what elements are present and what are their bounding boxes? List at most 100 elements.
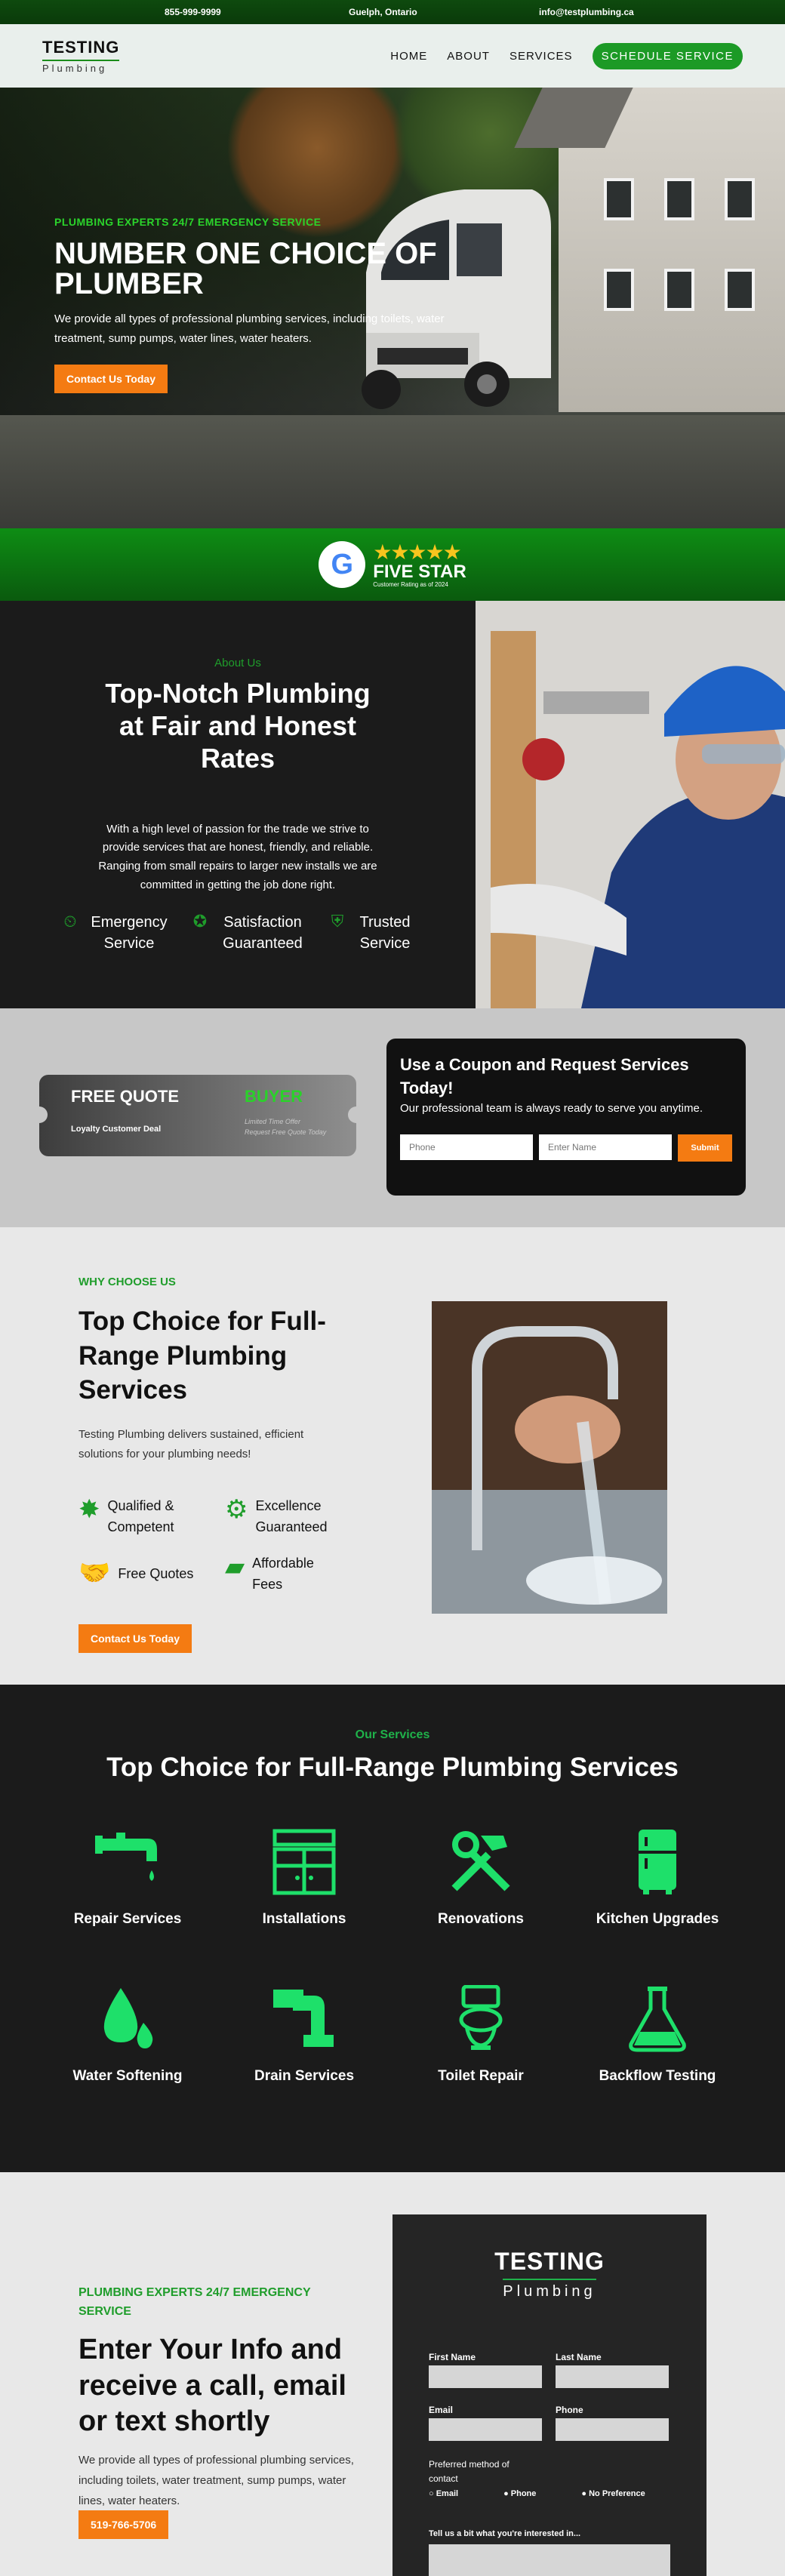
hero-contact-button[interactable]: Contact Us Today [54,365,168,393]
email-field: Email [429,2405,542,2441]
service-repair[interactable]: Repair Services [41,1828,214,1928]
email-input[interactable] [429,2418,542,2441]
stars-icon: ★★★★★ [373,540,462,564]
radio-phone[interactable]: ● Phone [503,2488,536,2501]
why-choose-section: WHY CHOOSE US Top Choice for Full-Range … [0,1227,785,1685]
radio-no-preference[interactable]: ● No Preference [581,2488,645,2501]
nav-services[interactable]: SERVICES [509,50,573,63]
last-name-field: Last Name [556,2352,669,2388]
about-features: ⏲ Emergency Service ✪ Satisfaction Guara… [0,912,476,954]
contact-form-panel: TESTING Plumbing First Name Last Name Em… [392,2214,706,2576]
schedule-service-button[interactable]: SCHEDULE SERVICE [592,42,743,69]
why-feature-excellence: ⚙ Excellence Guaranteed [225,1495,338,1538]
faucet-photo [432,1301,667,1614]
contact-eyebrow: PLUMBING EXPERTS 24/7 EMERGENCY SERVICE [78,2286,311,2318]
hero-section: PLUMBING EXPERTS 24/7 EMERGENCY SERVICE … [0,88,785,528]
service-drain[interactable]: Drain Services [217,1985,391,2085]
service-toilet[interactable]: Toilet Repair [394,1985,568,2085]
services-eyebrow: Our Services [355,1728,430,1741]
ticket-buyer: BUYER [245,1087,303,1106]
coupon-ticket[interactable]: FREE QUOTE Loyalty Customer Deal BUYER L… [31,1075,365,1156]
feature-satisfaction: ✪ Satisfaction Guaranteed [190,912,308,954]
why-description: Testing Plumbing delivers sustained, eff… [78,1428,304,1460]
form-logo-subtitle: Plumbing [503,2279,596,2301]
toilet-icon [394,1985,568,2053]
service-renovations[interactable]: Renovations [394,1828,568,1928]
message-textarea[interactable] [429,2544,670,2576]
nav-home[interactable]: HOME [390,50,427,63]
why-eyebrow: WHY CHOOSE US [78,1276,176,1288]
service-water-softening[interactable]: Water Softening [41,1985,214,2085]
water-drops-icon [41,1985,214,2053]
hero-road [0,415,785,528]
coupon-section: FREE QUOTE Loyalty Customer Deal BUYER L… [0,1008,785,1227]
phone-field: Phone [556,2405,669,2441]
google-icon: G [319,541,366,588]
award-icon: ✪ [192,911,208,931]
radio-email[interactable]: ○ Email [429,2488,458,2501]
about-eyebrow: About Us [214,657,261,669]
ticket-limited: Limited Time Offer Request Free Quote To… [245,1118,327,1136]
first-name-field: First Name [429,2352,542,2388]
contact-title: Enter Your Info and receive a call, emai… [78,2334,346,2437]
request-form: Submit [400,1134,732,1162]
nav-about[interactable]: ABOUT [447,50,490,63]
topbar-email[interactable]: info@testplumbing.ca [539,7,634,17]
pipe-icon [217,1985,391,2053]
why-title: Top Choice for Full-Range Plumbing Servi… [78,1306,326,1405]
star-badge-icon: ✸ [78,1495,100,1524]
hero-eyebrow: PLUMBING EXPERTS 24/7 EMERGENCY SERVICE [54,216,322,228]
why-contact-button[interactable]: Contact Us Today [78,1624,192,1653]
coupon-submit-button[interactable]: Submit [678,1134,732,1162]
cabinet-icon [217,1828,391,1896]
request-subtitle: Our professional team is always ready to… [400,1101,703,1115]
top-bar: 855-999-9999 Guelph, Ontario info@testpl… [0,0,785,24]
message-field: Tell us a bit what you're interested in.… [429,2529,670,2576]
clock-24-icon: ⏲ [63,911,77,931]
five-star-label: FIVE STAR [373,561,466,582]
tools-icon [394,1828,568,1896]
service-kitchen[interactable]: Kitchen Upgrades [571,1828,744,1928]
first-name-input[interactable] [429,2365,542,2388]
hero-title: NUMBER ONE CHOICE OF PLUMBER [54,237,437,300]
about-description: With a high level of passion for the tra… [98,822,377,891]
phone-input[interactable] [556,2418,669,2441]
contact-section: PLUMBING EXPERTS 24/7 EMERGENCY SERVICE … [0,2172,785,2576]
flask-icon [571,1985,744,2053]
review-bar: G ★★★★★ FIVE STAR Customer Rating as of … [0,528,785,601]
coupon-name-input[interactable] [539,1134,672,1160]
why-feature-qualified: ✸ Qualified & Competent [78,1495,191,1538]
faucet-icon [41,1828,214,1896]
form-logo-title: TESTING [494,2248,605,2275]
services-title: Top Choice for Full-Range Plumbing Servi… [106,1753,679,1782]
why-feature-affordable: ▰ Affordable Fees [225,1553,335,1596]
logo-subtitle: Plumbing [42,60,120,74]
fridge-icon [571,1828,744,1896]
last-name-input[interactable] [556,2365,669,2388]
ticket-title: FREE QUOTE [71,1087,180,1106]
gear-badge-icon: ⚙ [225,1495,248,1524]
service-backflow[interactable]: Backflow Testing [571,1985,744,2085]
about-section: About Us Top-Notch Plumbing at Fair and … [0,601,785,1008]
about-title: Top-Notch Plumbing at Fair and Honest Ra… [105,678,371,774]
logo-title: TESTING [42,38,120,57]
topbar-phone[interactable]: 855-999-9999 [165,7,221,17]
ticket-subtitle: Loyalty Customer Deal [71,1125,162,1134]
contact-phone-button[interactable]: 519-766-5706 [78,2510,169,2539]
service-installations[interactable]: Installations [217,1828,391,1928]
why-feature-quotes: 🤝 Free Quotes [78,1559,194,1587]
services-section: Our Services Top Choice for Full-Range P… [0,1685,785,2172]
wallet-icon: ▰ [225,1553,245,1581]
hero-description: We provide all types of professional plu… [54,312,445,345]
preferred-contact-group: Preferred method of contact ○ Email ● Ph… [429,2458,645,2501]
feature-trusted: ⛨ Trusted Service [328,912,415,954]
request-title: Use a Coupon and Request Services Today! [400,1055,689,1097]
coupon-phone-input[interactable] [400,1134,533,1160]
site-header: TESTING Plumbing HOME ABOUT SERVICES SCH… [0,24,785,88]
main-nav: HOME ABOUT SERVICES SCHEDULE SERVICE [390,42,743,69]
rating-note: Customer Rating as of 2024 [373,580,448,588]
hero-content: PLUMBING EXPERTS 24/7 EMERGENCY SERVICE … [54,216,447,393]
five-star-badge: ★★★★★ FIVE STAR Customer Rating as of 20… [373,540,466,588]
site-logo[interactable]: TESTING Plumbing [42,38,120,74]
hero-house [559,88,785,412]
